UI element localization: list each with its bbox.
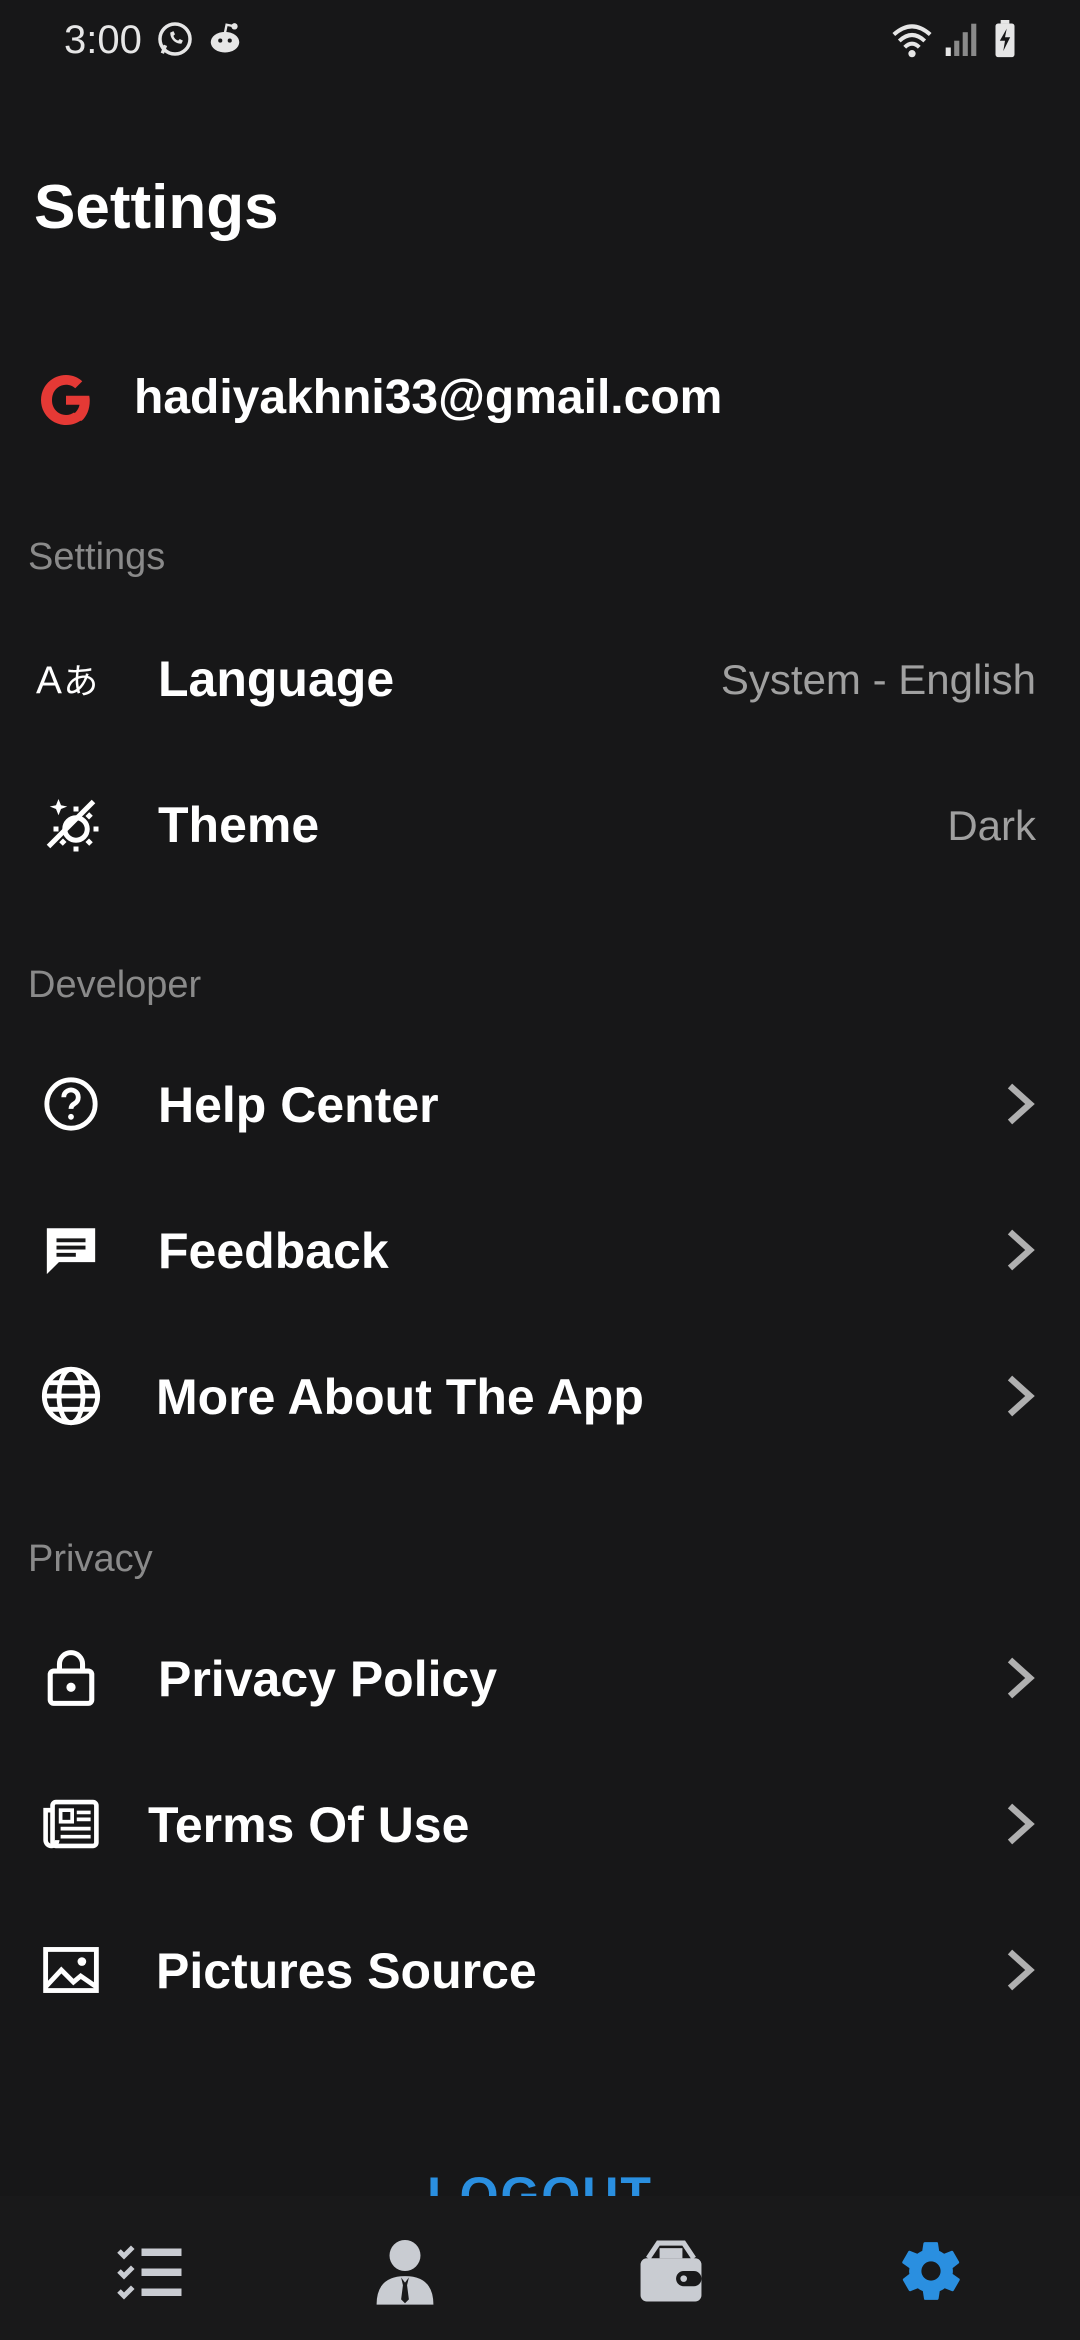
battery-charging-icon — [995, 20, 1015, 58]
section-label-privacy: Privacy — [28, 1538, 153, 1580]
nav-tasks[interactable] — [104, 2226, 194, 2316]
nav-settings[interactable] — [886, 2226, 976, 2316]
chevron-right-icon — [1007, 1375, 1035, 1417]
language-value: System - English — [720, 656, 1036, 703]
reddit-icon — [210, 23, 240, 53]
gear-icon — [902, 2242, 960, 2300]
developer-item-more-about[interactable]: More About The App — [0, 1336, 1080, 1456]
wifi-icon — [892, 24, 932, 58]
developer-item-label: Help Center — [158, 1077, 439, 1133]
lock-icon — [36, 1648, 106, 1708]
settings-item-language[interactable]: A あ Language System - English — [0, 618, 1080, 738]
developer-item-feedback[interactable]: Feedback — [0, 1190, 1080, 1310]
developer-item-label: More About The App — [156, 1369, 644, 1425]
logout-button[interactable]: LOGOUT — [0, 2172, 1080, 2198]
account-row[interactable]: hadiyakhni33@gmail.com — [0, 360, 1080, 450]
privacy-item-label: Terms Of Use — [148, 1797, 470, 1853]
status-time: 3:00 — [64, 18, 142, 62]
whatsapp-icon — [158, 22, 192, 56]
privacy-item-privacy-policy[interactable]: Privacy Policy — [0, 1618, 1080, 1738]
status-bar: 3:00 — [0, 0, 1080, 84]
chevron-right-icon — [1007, 1083, 1035, 1125]
settings-item-label: Language — [158, 651, 395, 707]
wallet-icon — [640, 2240, 702, 2302]
chevron-right-icon — [1007, 1229, 1035, 1271]
privacy-item-pictures-source[interactable]: Pictures Source — [0, 1910, 1080, 2030]
privacy-item-label: Pictures Source — [156, 1943, 537, 1999]
privacy-item-terms-of-use[interactable]: Terms Of Use — [0, 1764, 1080, 1884]
section-label-developer: Developer — [28, 964, 202, 1006]
newspaper-icon — [36, 1794, 106, 1854]
chevron-right-icon — [1007, 1657, 1035, 1699]
help-circle-icon — [36, 1074, 106, 1134]
nav-wallet[interactable] — [626, 2226, 716, 2316]
chevron-right-icon — [1007, 1803, 1035, 1845]
feedback-icon — [36, 1220, 106, 1280]
privacy-item-label: Privacy Policy — [158, 1651, 498, 1707]
theme-icon — [36, 794, 106, 854]
theme-value: Dark — [947, 802, 1036, 849]
section-label-settings: Settings — [28, 536, 166, 578]
svg-text:A: A — [36, 660, 62, 703]
settings-item-label: Theme — [158, 797, 320, 853]
bottom-nav — [0, 2196, 1080, 2340]
globe-icon — [36, 1366, 106, 1426]
translate-icon: A あ — [36, 648, 106, 708]
settings-item-theme[interactable]: Theme Dark — [0, 764, 1080, 884]
image-icon — [36, 1940, 106, 2000]
developer-item-help-center[interactable]: Help Center — [0, 1044, 1080, 1164]
nav-profile[interactable] — [360, 2226, 450, 2316]
svg-text:あ: あ — [63, 663, 98, 703]
logout-label: LOGOUT — [427, 2172, 653, 2198]
checklist-icon — [117, 2245, 182, 2300]
account-email: hadiyakhni33@gmail.com — [134, 371, 723, 424]
page-title: Settings — [34, 173, 279, 242]
person-icon — [376, 2240, 434, 2305]
google-icon — [41, 375, 90, 425]
developer-item-label: Feedback — [158, 1223, 389, 1279]
chevron-right-icon — [1007, 1949, 1035, 1991]
signal-icon — [945, 23, 977, 56]
